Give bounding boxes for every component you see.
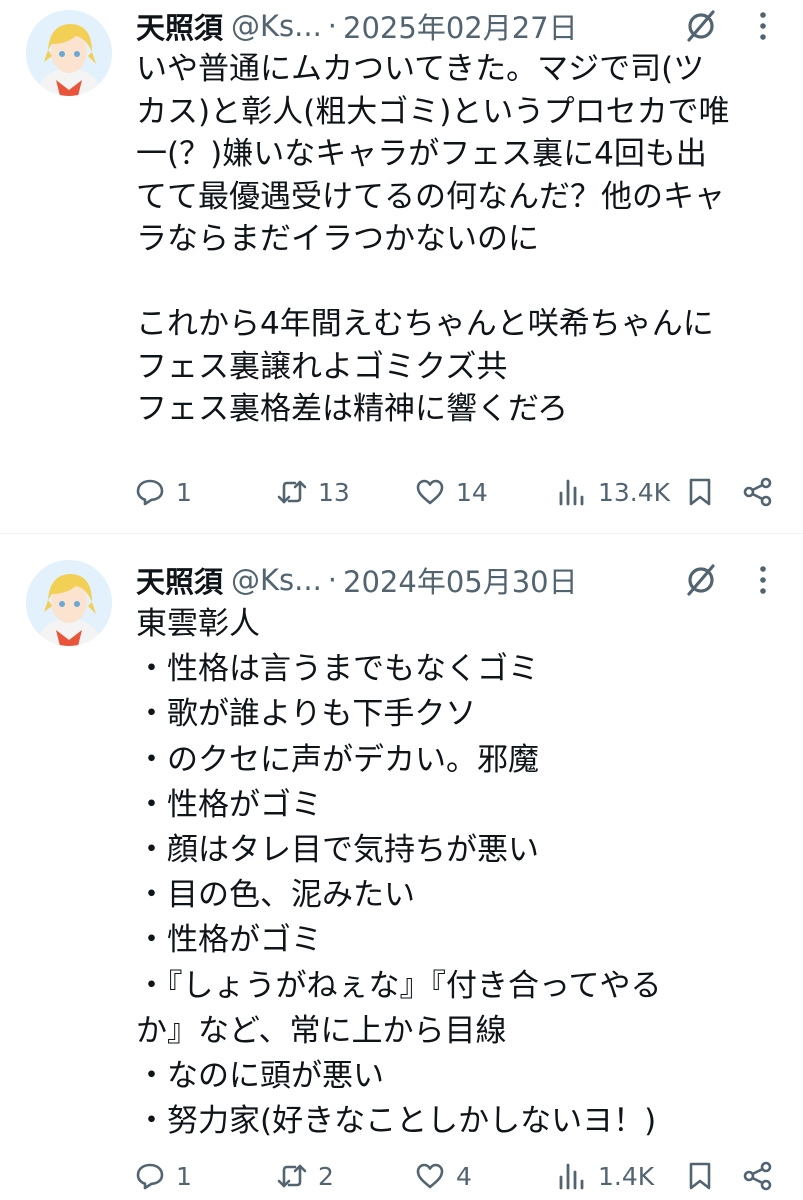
tweet-text-line: ・目の色、泥みたい [136, 877, 415, 914]
views-count: 13.4K [598, 477, 671, 507]
tweet-text-line: 東雲彰人 [136, 606, 260, 642]
retweet-button[interactable]: 2 [276, 1156, 334, 1196]
tweet-actions: 1 13 14 13.4K [0, 472, 803, 512]
retweet-count: 2 [318, 1161, 334, 1191]
tweet-text-line: てて最優遇受けてるの何なんだ？他のキャ [136, 178, 725, 215]
tweet[interactable]: 天照須 @Ks... · 2024年05月30日 東雲彰人 ・性格は言うまでもな… [0, 534, 803, 1200]
views-button[interactable]: 13.4K [556, 472, 670, 512]
reply-icon [136, 1163, 164, 1190]
views-button[interactable]: 1.4K [556, 1156, 654, 1196]
retweet-button[interactable]: 13 [276, 472, 350, 512]
tweet-text-line: ・努力家(好きなことしかしないヨ！) [136, 1103, 657, 1140]
tweet-text-line: ・性格がゴミ [136, 922, 322, 959]
more-options-icon[interactable] [757, 10, 769, 42]
share-icon [743, 477, 772, 507]
tweet-text-line: カス)と彰人(粗大ゴミ)というプロセカで唯 [136, 93, 730, 130]
grok-icon[interactable] [683, 8, 719, 44]
tweet-text-line: これから4年間えむちゃんと咲希ちゃんに [136, 306, 714, 342]
tweet-date[interactable]: 2024年05月30日 [343, 559, 578, 601]
tweet-actions: 1 2 4 1.4K [0, 1156, 803, 1196]
bookmark-icon [689, 1162, 711, 1190]
tweet-text: 東雲彰人 ・性格は言うまでもなくゴミ ・歌が誰よりも下手クソ ・のクセに声がデカ… [136, 602, 786, 1144]
views-icon [559, 1163, 584, 1190]
avatar[interactable] [26, 10, 112, 96]
share-icon [743, 1161, 772, 1191]
tweet-header: 天照須 @Ks... · 2024年05月30日 [136, 558, 783, 602]
more-options-icon[interactable] [757, 564, 769, 596]
tweet-header: 天照須 @Ks... · 2025年02月27日 [136, 4, 783, 48]
reply-count: 1 [176, 1161, 192, 1191]
tweet-text-line: いや普通にムカついてきた。マジで司(ツ [136, 51, 705, 87]
separator-dot: · [327, 563, 338, 597]
reply-count: 1 [176, 477, 192, 507]
share-button[interactable] [742, 472, 774, 512]
retweet-count: 13 [318, 477, 350, 507]
share-button[interactable] [742, 1156, 774, 1196]
tweet-text-line: ・『しょうがねぇな』『付き合ってやる [136, 967, 662, 1004]
retweet-icon [277, 480, 307, 504]
like-count: 14 [456, 477, 488, 507]
tweet-date[interactable]: 2025年02月27日 [343, 5, 578, 47]
views-icon [559, 479, 584, 506]
tweet-text-line: 一(？)嫌いなキャラがフェス裏に4回も出 [136, 136, 707, 172]
user-handle[interactable]: @Ks... [231, 9, 322, 43]
like-count: 4 [456, 1161, 472, 1191]
display-name[interactable]: 天照須 [136, 559, 223, 601]
user-handle[interactable]: @Ks... [231, 563, 322, 597]
reply-button[interactable]: 1 [134, 472, 192, 512]
tweet-text-line: ・歌が誰よりも下手クソ [136, 696, 477, 733]
bookmark-icon [689, 478, 711, 506]
views-count: 1.4K [598, 1161, 655, 1191]
reply-button[interactable]: 1 [134, 1156, 192, 1196]
retweet-icon [277, 1164, 307, 1188]
like-button[interactable]: 14 [414, 472, 488, 512]
tweet-text-line: フェス裏譲れよゴミクズ共 [136, 348, 508, 385]
bookmark-button[interactable] [684, 472, 716, 512]
tweet-text-line: ・性格は言うまでもなくゴミ [136, 651, 539, 688]
tweet[interactable]: 天照須 @Ks... · 2025年02月27日 いや普通にムカついてきた。マジ… [0, 0, 803, 534]
reply-icon [136, 479, 164, 506]
tweet-text-line: ・のクセに声がデカい。邪魔 [136, 741, 539, 778]
grok-icon[interactable] [683, 562, 719, 598]
heart-icon [416, 1163, 444, 1189]
heart-icon [416, 479, 444, 505]
avatar[interactable] [26, 560, 112, 646]
tweet-text-line: フェス裏格差は精神に響くだろ [136, 391, 569, 427]
tweet-text-line: ・顔はタレ目で気持ちが悪い [136, 831, 539, 868]
tweet-text-line: か』など、常に上から目線 [136, 1012, 507, 1049]
tweet-text: いや普通にムカついてきた。マジで司(ツ カス)と彰人(粗大ゴミ)というプロセカで… [136, 48, 786, 431]
separator-dot: · [327, 9, 338, 43]
tweet-text-line: ラならまだイラつかないのに [136, 221, 539, 257]
tweet-text-line: ・なのに頭が悪い [136, 1057, 384, 1094]
like-button[interactable]: 4 [414, 1156, 472, 1196]
tweet-text-line: ・性格がゴミ [136, 786, 322, 823]
bookmark-button[interactable] [684, 1156, 716, 1196]
display-name[interactable]: 天照須 [136, 5, 223, 47]
